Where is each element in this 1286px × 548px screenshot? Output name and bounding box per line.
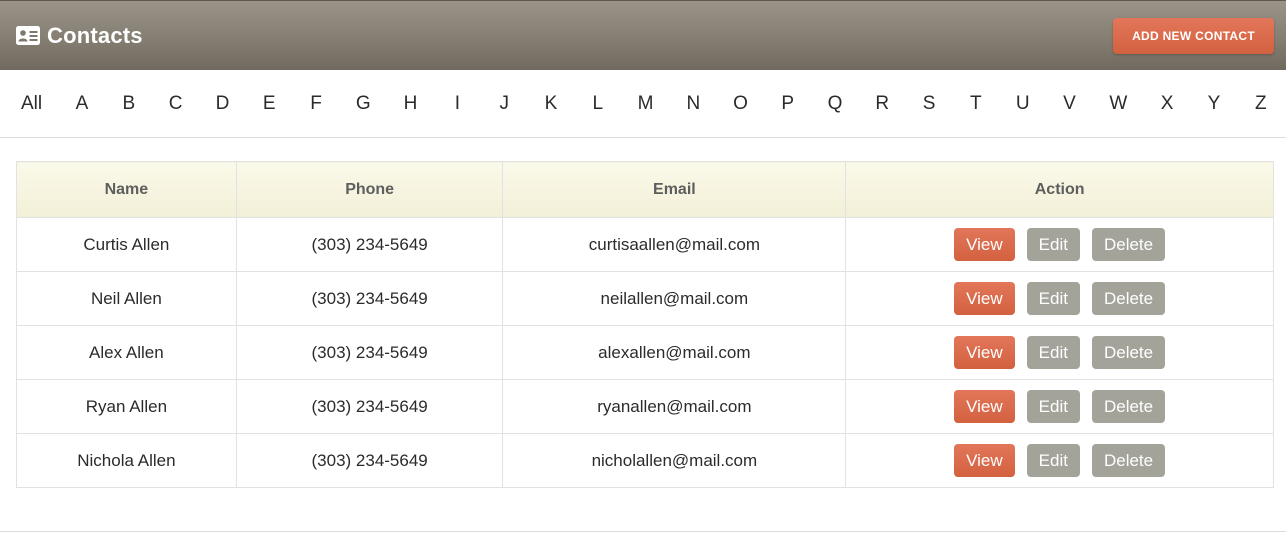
contact-email: alexallen@mail.com bbox=[502, 325, 847, 380]
add-new-contact-button[interactable]: Add new contact bbox=[1113, 17, 1274, 54]
alphabet-link-n[interactable]: N bbox=[686, 93, 700, 115]
alphabet-link-g[interactable]: G bbox=[356, 93, 371, 115]
delete-button[interactable]: Delete bbox=[1091, 390, 1166, 423]
view-button[interactable]: View bbox=[954, 444, 1015, 477]
view-button[interactable]: View bbox=[954, 282, 1015, 315]
contact-name: Ryan Allen bbox=[16, 379, 237, 434]
edit-button[interactable]: Edit bbox=[1026, 444, 1080, 477]
contact-email: curtisaallen@mail.com bbox=[502, 217, 847, 272]
view-button[interactable]: View bbox=[954, 336, 1015, 369]
contact-phone: (303) 234-5649 bbox=[235, 271, 504, 326]
alphabet-link-x[interactable]: X bbox=[1160, 93, 1174, 115]
alphabet-link-u[interactable]: U bbox=[1016, 93, 1030, 115]
edit-button[interactable]: Edit bbox=[1026, 282, 1080, 315]
column-header-name: Name bbox=[16, 161, 237, 218]
table-row: Neil Allen (303) 234-5649 neilallen@mail… bbox=[16, 271, 1274, 326]
contact-phone: (303) 234-5649 bbox=[235, 433, 504, 488]
alphabet-link-e[interactable]: E bbox=[262, 93, 276, 115]
table-row: Nichola Allen (303) 234-5649 nicholallen… bbox=[16, 433, 1274, 488]
alphabet-link-a[interactable]: A bbox=[75, 93, 89, 115]
table-row: Alex Allen (303) 234-5649 alexallen@mail… bbox=[16, 325, 1274, 380]
alphabet-link-b[interactable]: B bbox=[122, 93, 136, 115]
contact-name: Curtis Allen bbox=[16, 217, 237, 272]
alphabet-link-f[interactable]: F bbox=[309, 93, 323, 115]
edit-button[interactable]: Edit bbox=[1026, 228, 1080, 261]
column-header-phone: Phone bbox=[235, 161, 504, 218]
edit-button[interactable]: Edit bbox=[1026, 390, 1080, 423]
row-actions: View Edit Delete bbox=[845, 325, 1274, 380]
brand: Contacts bbox=[16, 23, 143, 49]
alphabet-link-v[interactable]: V bbox=[1063, 93, 1077, 115]
edit-button[interactable]: Edit bbox=[1026, 336, 1080, 369]
view-button[interactable]: View bbox=[954, 228, 1015, 261]
alphabet-link-r[interactable]: R bbox=[875, 93, 889, 115]
alphabet-link-l[interactable]: L bbox=[591, 93, 605, 115]
contact-phone: (303) 234-5649 bbox=[235, 325, 504, 380]
delete-button[interactable]: Delete bbox=[1091, 444, 1166, 477]
contact-phone: (303) 234-5649 bbox=[235, 217, 504, 272]
contact-phone: (303) 234-5649 bbox=[235, 379, 504, 434]
contact-name: Neil Allen bbox=[16, 271, 237, 326]
contact-email: neilallen@mail.com bbox=[502, 271, 847, 326]
alphabet-link-w[interactable]: W bbox=[1109, 93, 1127, 115]
alphabet-link-t[interactable]: T bbox=[969, 93, 983, 115]
alphabet-link-y[interactable]: Y bbox=[1207, 93, 1221, 115]
alphabet-link-c[interactable]: C bbox=[169, 93, 183, 115]
alphabet-link-i[interactable]: I bbox=[450, 93, 464, 115]
alphabet-link-s[interactable]: S bbox=[922, 93, 936, 115]
view-button[interactable]: View bbox=[954, 390, 1015, 423]
alphabet-link-z[interactable]: Z bbox=[1254, 93, 1268, 115]
page-title: Contacts bbox=[47, 22, 143, 48]
delete-button[interactable]: Delete bbox=[1091, 282, 1166, 315]
delete-button[interactable]: Delete bbox=[1091, 336, 1166, 369]
contacts-table-container: Name Phone Email Action Curtis Allen (30… bbox=[16, 161, 1274, 488]
column-header-email: Email bbox=[502, 161, 847, 218]
contact-email: ryanallen@mail.com bbox=[502, 379, 847, 434]
alphabet-link-j[interactable]: J bbox=[497, 93, 511, 115]
row-actions: View Edit Delete bbox=[845, 379, 1274, 434]
alphabet-link-d[interactable]: D bbox=[215, 93, 230, 115]
alphabet-link-o[interactable]: O bbox=[733, 93, 748, 115]
alphabet-link-k[interactable]: K bbox=[544, 93, 558, 115]
contacts-table: Name Phone Email Action Curtis Allen (30… bbox=[16, 161, 1274, 488]
row-actions: View Edit Delete bbox=[845, 433, 1274, 488]
footer-divider bbox=[0, 531, 1286, 532]
row-actions: View Edit Delete bbox=[845, 217, 1274, 272]
alphabet-link-h[interactable]: H bbox=[404, 93, 418, 115]
contact-card-icon bbox=[16, 26, 40, 45]
row-actions: View Edit Delete bbox=[845, 271, 1274, 326]
contact-email: nicholallen@mail.com bbox=[502, 433, 847, 488]
alphabet-link-m[interactable]: M bbox=[638, 93, 654, 115]
column-header-action: Action bbox=[845, 161, 1274, 218]
alphabet-link-all[interactable]: All bbox=[21, 93, 42, 115]
app-header: Contacts Add new contact bbox=[0, 0, 1286, 70]
table-header-row: Name Phone Email Action bbox=[16, 161, 1274, 218]
alphabet-filter: All A B C D E F G H I J K L M N O P Q R S T U V W X Y Z bbox=[0, 70, 1286, 138]
alphabet-link-q[interactable]: Q bbox=[828, 93, 843, 115]
alphabet-link-p[interactable]: P bbox=[781, 93, 795, 115]
contact-name: Nichola Allen bbox=[16, 433, 237, 488]
table-row: Ryan Allen (303) 234-5649 ryanallen@mail… bbox=[16, 379, 1274, 434]
contact-name: Alex Allen bbox=[16, 325, 237, 380]
table-row: Curtis Allen (303) 234-5649 curtisaallen… bbox=[16, 217, 1274, 272]
delete-button[interactable]: Delete bbox=[1091, 228, 1166, 261]
alphabet-list: All A B C D E F G H I J K L M N O P Q R S T U V W X Y Z bbox=[0, 70, 1286, 137]
